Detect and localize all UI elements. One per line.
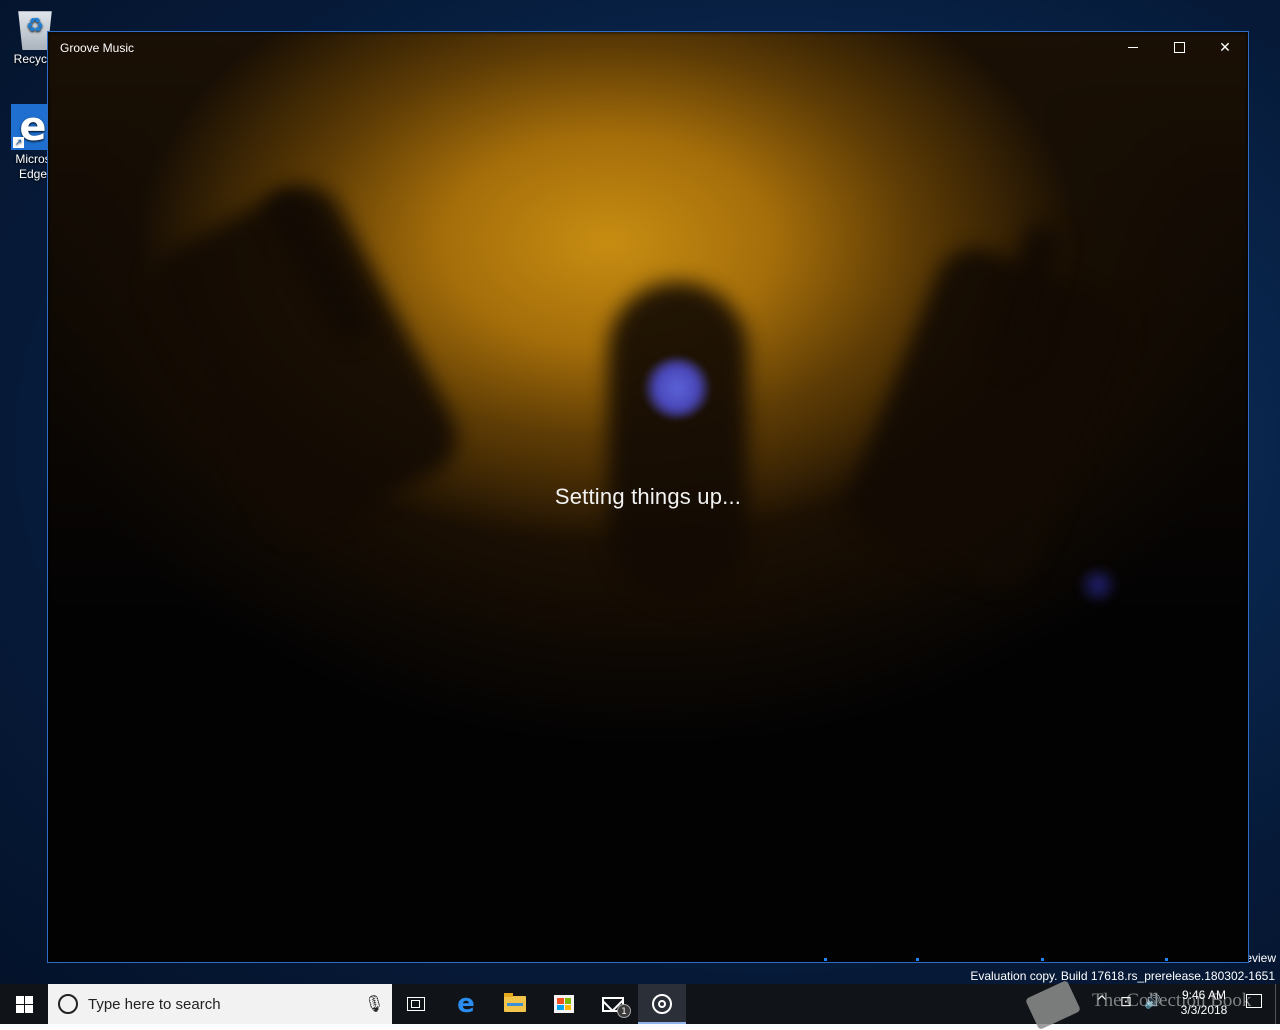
progress-dot [1165,958,1168,961]
book-logo-icon [1024,979,1082,1030]
evaluation-watermark: Evaluation copy. Build 17618.rs_prerelea… [970,969,1275,983]
folder-icon [504,993,526,1012]
volume-icon[interactable]: 🔊 [1144,994,1161,1010]
start-button[interactable] [0,984,48,1024]
clock-date: 3/3/2018 [1180,1003,1228,1017]
stage-light [1078,567,1118,603]
minimize-icon [1128,47,1138,48]
progress-dot [824,958,827,961]
taskbar-search-box[interactable]: Type here to search 🎙 [48,984,392,1024]
system-tray: The Collection Book ^ ⊡ 🔊 9:46 AM 3/3/20… [1020,979,1280,1030]
taskbar-edge-button[interactable]: e [442,984,490,1024]
preview-watermark: eview [1245,951,1276,965]
taskbar-task-view-button[interactable] [392,984,440,1024]
taskbar-mail-button[interactable]: 1 [589,984,637,1024]
close-icon: ✕ [1219,39,1231,56]
close-button[interactable]: ✕ [1202,32,1248,63]
edge-icon: e [457,989,475,1019]
crowd-figure-silhouette [608,282,748,602]
progress-dot [1041,958,1044,961]
store-icon [554,995,574,1013]
progress-dot [916,958,919,961]
stage-light [643,357,711,419]
groove-music-window[interactable]: Groove Music ✕ Setting things up... [47,31,1249,963]
taskbar-clock[interactable]: 9:46 AM 3/3/2018 [1166,988,1242,1018]
maximize-button[interactable] [1156,32,1202,63]
chevron-up-icon[interactable]: ^ [1096,994,1108,1010]
windows-logo-icon [15,995,33,1013]
window-titlebar[interactable]: Groove Music ✕ [48,32,1248,63]
taskbar-groove-music-button[interactable] [638,984,686,1024]
window-title: Groove Music [60,41,135,55]
taskbar-store-button[interactable] [540,984,588,1024]
microphone-icon[interactable]: 🎙 [364,994,384,1014]
task-view-icon [407,997,425,1011]
search-placeholder: Type here to search [88,996,221,1013]
action-center-icon[interactable] [1246,994,1262,1008]
clock-time: 9:46 AM [1181,988,1227,1002]
mail-badge: 1 [617,1004,631,1018]
network-icon[interactable]: ⊡ [1120,994,1132,1010]
maximize-icon [1173,42,1185,53]
taskbar-file-explorer-button[interactable] [491,984,539,1024]
minimize-button[interactable] [1110,32,1156,63]
cortana-icon [58,994,78,1014]
taskbar: Type here to search 🎙 e 1 The Collection… [0,979,1280,1030]
groove-icon [652,994,672,1014]
desktop: Recycle e ↗ Micros Edge eview Evaluation… [0,0,1280,984]
loading-status-text: Setting things up... [554,484,742,509]
shortcut-arrow-icon: ↗ [13,137,24,148]
show-desktop-button[interactable] [1275,984,1280,1024]
